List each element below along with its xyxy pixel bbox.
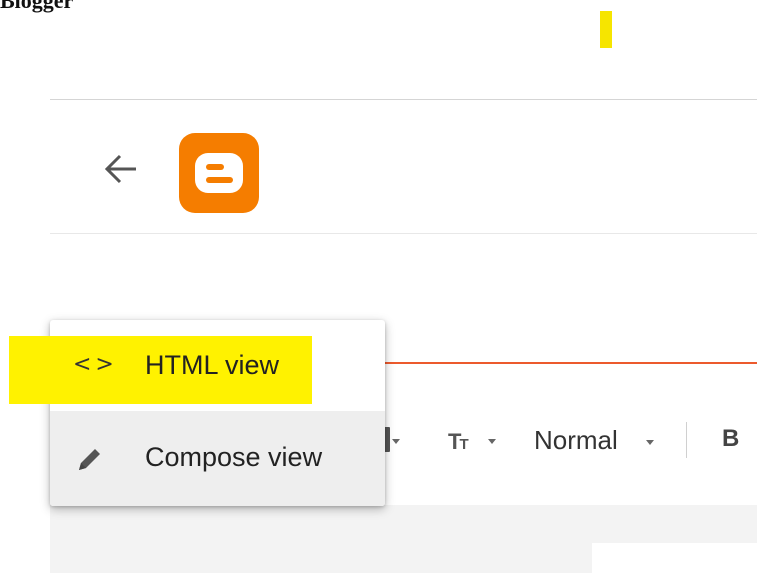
chevron-down-icon[interactable] <box>392 439 400 444</box>
menu-item-label-compose-view[interactable]: Compose view <box>145 442 322 473</box>
chevron-down-icon[interactable] <box>488 439 496 444</box>
arrow-left-icon[interactable] <box>100 149 140 189</box>
toolbar-separator <box>686 422 687 458</box>
document-title: Blogger <box>0 0 74 13</box>
menu-item-label-html-view[interactable]: HTML view <box>145 350 279 381</box>
title-underline <box>380 362 757 364</box>
chevron-down-icon[interactable] <box>646 440 654 445</box>
divider <box>50 99 757 100</box>
editor-canvas[interactable] <box>592 543 757 573</box>
paragraph-style-select[interactable]: Normal <box>534 425 618 456</box>
blogger-logo-icon[interactable] <box>179 133 259 213</box>
divider <box>50 233 757 234</box>
bold-button[interactable]: B <box>722 425 739 453</box>
text-size-icon[interactable]: TT <box>448 429 469 455</box>
pencil-icon <box>79 449 100 470</box>
code-icon: <> <box>73 352 118 377</box>
annotation-marker <box>600 11 612 48</box>
